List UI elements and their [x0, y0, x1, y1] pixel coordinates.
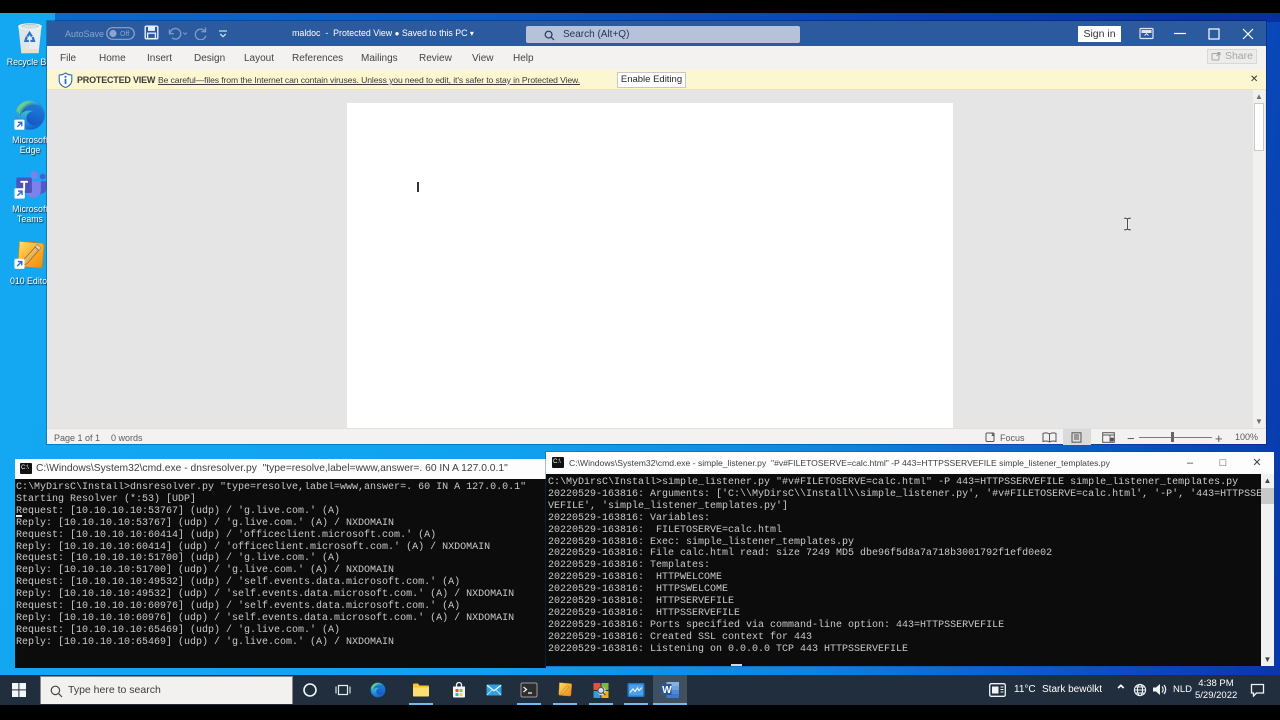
svg-text:W: W: [662, 685, 672, 696]
svg-text:Off: Off: [120, 31, 129, 38]
